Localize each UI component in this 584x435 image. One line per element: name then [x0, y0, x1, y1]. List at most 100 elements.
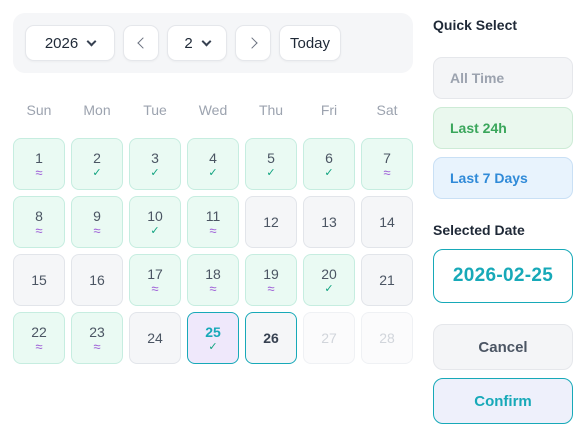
day-cell-12[interactable]: 12	[245, 196, 297, 248]
day-cell-2[interactable]: 2 ✓	[71, 138, 123, 190]
day-cell-14[interactable]: 14	[361, 196, 413, 248]
check-icon: ✓	[208, 340, 218, 353]
cancel-button[interactable]: Cancel	[433, 324, 573, 370]
day-cell-6[interactable]: 6 ✓	[303, 138, 355, 190]
weekday-header: Sun Mon Tue Wed Thu Fri Sat	[13, 102, 413, 122]
day-number: 10	[147, 207, 163, 224]
day-number: 9	[93, 207, 101, 224]
day-cell-28: 28	[361, 312, 413, 364]
next-month-button[interactable]	[235, 25, 271, 61]
day-cell-9[interactable]: 9 ≈	[71, 196, 123, 248]
day-cell-7[interactable]: 7 ≈	[361, 138, 413, 190]
day-number: 21	[379, 272, 395, 288]
day-number: 17	[147, 265, 163, 282]
confirm-button[interactable]: Confirm	[433, 378, 573, 424]
wave-icon: ≈	[93, 338, 101, 354]
weekday-label: Tue	[143, 102, 167, 118]
day-number: 27	[321, 330, 337, 346]
day-cell-27: 27	[303, 312, 355, 364]
check-icon: ✓	[266, 166, 276, 179]
wave-icon: ≈	[93, 222, 101, 238]
wave-icon: ≈	[35, 164, 43, 180]
month-value: 2	[184, 34, 193, 52]
day-number: 13	[321, 214, 337, 230]
year-value: 2026	[44, 34, 79, 52]
chevron-right-icon	[245, 37, 258, 49]
wave-icon: ≈	[383, 164, 391, 180]
weekday-label: Thu	[258, 102, 284, 118]
check-icon: ✓	[92, 166, 102, 179]
wave-icon: ≈	[267, 280, 275, 296]
day-number: 24	[147, 330, 163, 346]
year-select[interactable]: 2026	[25, 25, 115, 61]
day-cell-17[interactable]: 17 ≈	[129, 254, 181, 306]
check-icon: ✓	[150, 224, 160, 237]
weekday-label: Sun	[26, 102, 52, 118]
wave-icon: ≈	[209, 280, 217, 296]
day-cell-20[interactable]: 20 ✓	[303, 254, 355, 306]
day-cell-25[interactable]: 25 ✓	[187, 312, 239, 364]
check-icon: ✓	[208, 166, 218, 179]
day-cell-24[interactable]: 24	[129, 312, 181, 364]
day-number: 25	[205, 323, 221, 340]
day-number: 14	[379, 214, 395, 230]
wave-icon: ≈	[35, 338, 43, 354]
last-7-days-button[interactable]: Last 7 Days	[433, 157, 573, 199]
day-cell-22[interactable]: 22 ≈	[13, 312, 65, 364]
day-cell-1[interactable]: 1 ≈	[13, 138, 65, 190]
all-time-button[interactable]: All Time	[433, 57, 573, 99]
day-number: 3	[151, 149, 159, 166]
day-number: 5	[267, 149, 275, 166]
day-number: 26	[263, 330, 279, 346]
day-number: 19	[263, 265, 279, 282]
day-number: 8	[35, 207, 43, 224]
day-cell-21[interactable]: 21	[361, 254, 413, 306]
day-number: 7	[383, 149, 391, 166]
selected-date-display: 2026-02-25	[433, 249, 573, 303]
day-cell-13[interactable]: 13	[303, 196, 355, 248]
today-button[interactable]: Today	[279, 25, 341, 61]
chevron-down-icon	[86, 36, 97, 46]
wave-icon: ≈	[35, 222, 43, 238]
wave-icon: ≈	[209, 222, 217, 238]
day-cell-11[interactable]: 11 ≈	[187, 196, 239, 248]
weekday-label: Fri	[320, 102, 338, 118]
day-number: 15	[31, 272, 47, 288]
day-number: 18	[205, 265, 221, 282]
day-cell-16[interactable]: 16	[71, 254, 123, 306]
day-cell-26[interactable]: 26	[245, 312, 297, 364]
day-cell-23[interactable]: 23 ≈	[71, 312, 123, 364]
quick-select-title: Quick Select	[433, 17, 518, 33]
day-cell-18[interactable]: 18 ≈	[187, 254, 239, 306]
weekday-label: Sat	[376, 102, 398, 118]
day-cell-5[interactable]: 5 ✓	[245, 138, 297, 190]
day-number: 4	[209, 149, 217, 166]
wave-icon: ≈	[151, 280, 159, 296]
day-cell-3[interactable]: 3 ✓	[129, 138, 181, 190]
day-number: 12	[263, 214, 279, 230]
day-number: 16	[89, 272, 105, 288]
prev-month-button[interactable]	[123, 25, 159, 61]
check-icon: ✓	[324, 166, 334, 179]
day-number: 11	[205, 207, 221, 224]
day-cell-4[interactable]: 4 ✓	[187, 138, 239, 190]
day-number: 22	[31, 323, 47, 340]
day-number: 23	[89, 323, 105, 340]
check-icon: ✓	[324, 282, 334, 295]
weekday-label: Mon	[83, 102, 111, 118]
day-number: 20	[321, 265, 337, 282]
selected-date-title: Selected Date	[433, 222, 525, 238]
last-24h-button[interactable]: Last 24h	[433, 107, 573, 149]
day-number: 1	[35, 149, 43, 166]
day-cell-15[interactable]: 15	[13, 254, 65, 306]
day-number: 6	[325, 149, 333, 166]
day-number: 2	[93, 149, 101, 166]
check-icon: ✓	[150, 166, 160, 179]
day-cell-19[interactable]: 19 ≈	[245, 254, 297, 306]
day-cell-8[interactable]: 8 ≈	[13, 196, 65, 248]
weekday-label: Wed	[198, 102, 228, 118]
day-number: 28	[379, 330, 395, 346]
chevron-down-icon	[201, 36, 212, 46]
day-cell-10[interactable]: 10 ✓	[129, 196, 181, 248]
month-select[interactable]: 2	[167, 25, 227, 61]
